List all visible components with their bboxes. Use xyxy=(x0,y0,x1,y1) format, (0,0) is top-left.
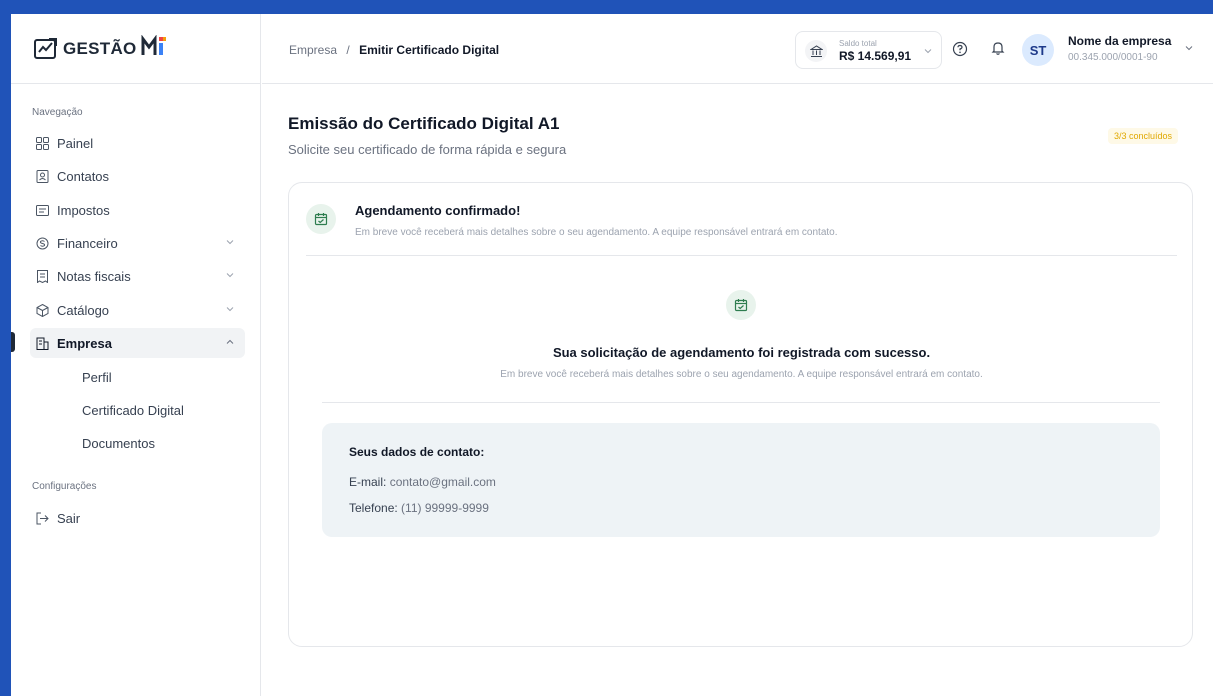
confirm-title: Agendamento confirmado! xyxy=(355,203,521,218)
bell-icon[interactable] xyxy=(990,40,1006,56)
balance-widget[interactable]: Saldo total R$ 14.569,91 xyxy=(795,31,942,69)
calendar-check-icon xyxy=(306,204,336,234)
sidebar-item-contatos[interactable]: Contatos xyxy=(30,161,245,191)
logo-mei xyxy=(141,34,167,63)
calendar-check-icon xyxy=(726,290,756,320)
logout-label: Sair xyxy=(57,510,81,526)
sidebar-subitem-perfil[interactable]: Perfil xyxy=(82,370,112,385)
contact-info-box: Seus dados de contato: E-mail: contato@g… xyxy=(322,423,1160,537)
success-title: Sua solicitação de agendamento foi regis… xyxy=(552,345,931,360)
success-description: Em breve você receberá mais detalhes sob… xyxy=(500,369,983,380)
sidebar-item-notas-fiscais[interactable]: Notas fiscais xyxy=(30,261,245,291)
contact-title: Seus dados de contato: xyxy=(349,445,485,459)
left-accent-strip xyxy=(0,0,11,696)
logout-button[interactable]: Sair xyxy=(30,503,245,533)
sidebar-item-label: Catálogo xyxy=(57,302,110,318)
chevron-down-icon[interactable] xyxy=(1184,43,1194,53)
contact-card-icon xyxy=(35,169,49,183)
company-cnpj: 00.345.000/0001-90 xyxy=(1068,52,1158,63)
progress-badge: 3/3 concluídos xyxy=(1108,128,1179,144)
nav-section-label: Navegação xyxy=(32,107,83,118)
sidebar-item-painel[interactable]: Painel xyxy=(30,128,245,158)
chevron-down-icon xyxy=(226,273,234,278)
sidebar-item-label: Empresa xyxy=(57,335,112,351)
top-header: Empresa / Emitir Certificado Digital Sal… xyxy=(262,14,1213,84)
email-value: contato@gmail.com xyxy=(389,475,496,489)
chevron-up-icon xyxy=(226,339,234,344)
contact-phone: Telefone: (11) 99999-9999 xyxy=(349,501,489,515)
breadcrumb-parent[interactable]: Empresa xyxy=(289,43,337,57)
breadcrumb-current: Emitir Certificado Digital xyxy=(359,43,500,57)
sidebar-item-label: Impostos xyxy=(57,202,110,218)
sidebar-item-catalogo[interactable]: Catálogo xyxy=(30,295,245,325)
sidebar-item-financeiro[interactable]: Financeiro xyxy=(30,228,245,258)
logo-text: GESTÃO xyxy=(63,38,137,58)
breadcrumb: Empresa / Emitir Certificado Digital xyxy=(289,43,499,57)
phone-value: (11) 99999-9999 xyxy=(401,501,489,515)
confirm-description: Em breve você receberá mais detalhes sob… xyxy=(355,227,838,238)
box-icon xyxy=(35,303,49,317)
active-nav-indicator xyxy=(11,332,15,352)
chevron-down-icon xyxy=(226,240,234,245)
company-name[interactable]: Nome da empresa xyxy=(1068,34,1171,48)
chevron-down-icon xyxy=(226,307,234,312)
divider xyxy=(306,255,1177,256)
building-icon xyxy=(35,336,49,350)
sidebar-item-label: Notas fiscais xyxy=(57,268,131,284)
sidebar-item-empresa[interactable]: Empresa xyxy=(30,328,245,358)
sidebar-item-label: Financeiro xyxy=(57,235,118,251)
logout-icon xyxy=(35,511,49,525)
grid-icon xyxy=(35,136,49,150)
sidebar: GESTÃO Navegação Painel Contatos Imposto… xyxy=(11,14,261,696)
mei-logo-mark xyxy=(141,34,166,55)
contact-email: E-mail: contato@gmail.com xyxy=(349,475,496,489)
status-card: Agendamento confirmado! Em breve você re… xyxy=(288,182,1193,647)
tax-doc-icon xyxy=(35,203,49,217)
chevron-down-icon xyxy=(924,49,932,54)
breadcrumb-separator: / xyxy=(346,43,350,57)
money-icon xyxy=(35,236,49,250)
page-subtitle: Solicite seu certificado de forma rápida… xyxy=(288,142,567,157)
help-icon[interactable] xyxy=(952,41,968,57)
sidebar-item-label: Painel xyxy=(57,135,94,151)
app-logo[interactable]: GESTÃO xyxy=(11,14,260,84)
bank-icon xyxy=(805,40,827,62)
email-label: E-mail: xyxy=(349,475,387,489)
divider xyxy=(322,402,1160,403)
balance-label: Saldo total xyxy=(839,39,877,48)
balance-value: R$ 14.569,91 xyxy=(839,49,912,63)
phone-label: Telefone: xyxy=(349,501,398,515)
sidebar-subitem-documentos[interactable]: Documentos xyxy=(82,436,155,451)
logo-icon xyxy=(34,37,57,59)
config-section-label: Configurações xyxy=(32,481,97,492)
top-accent-strip xyxy=(0,0,1213,14)
avatar[interactable]: ST xyxy=(1022,34,1054,66)
receipt-icon xyxy=(35,269,49,283)
sidebar-item-impostos[interactable]: Impostos xyxy=(30,195,245,225)
sidebar-subitem-certificado-digital[interactable]: Certificado Digital xyxy=(82,403,184,418)
sidebar-item-label: Contatos xyxy=(57,168,110,184)
page-title: Emissão do Certificado Digital A1 xyxy=(288,114,560,133)
